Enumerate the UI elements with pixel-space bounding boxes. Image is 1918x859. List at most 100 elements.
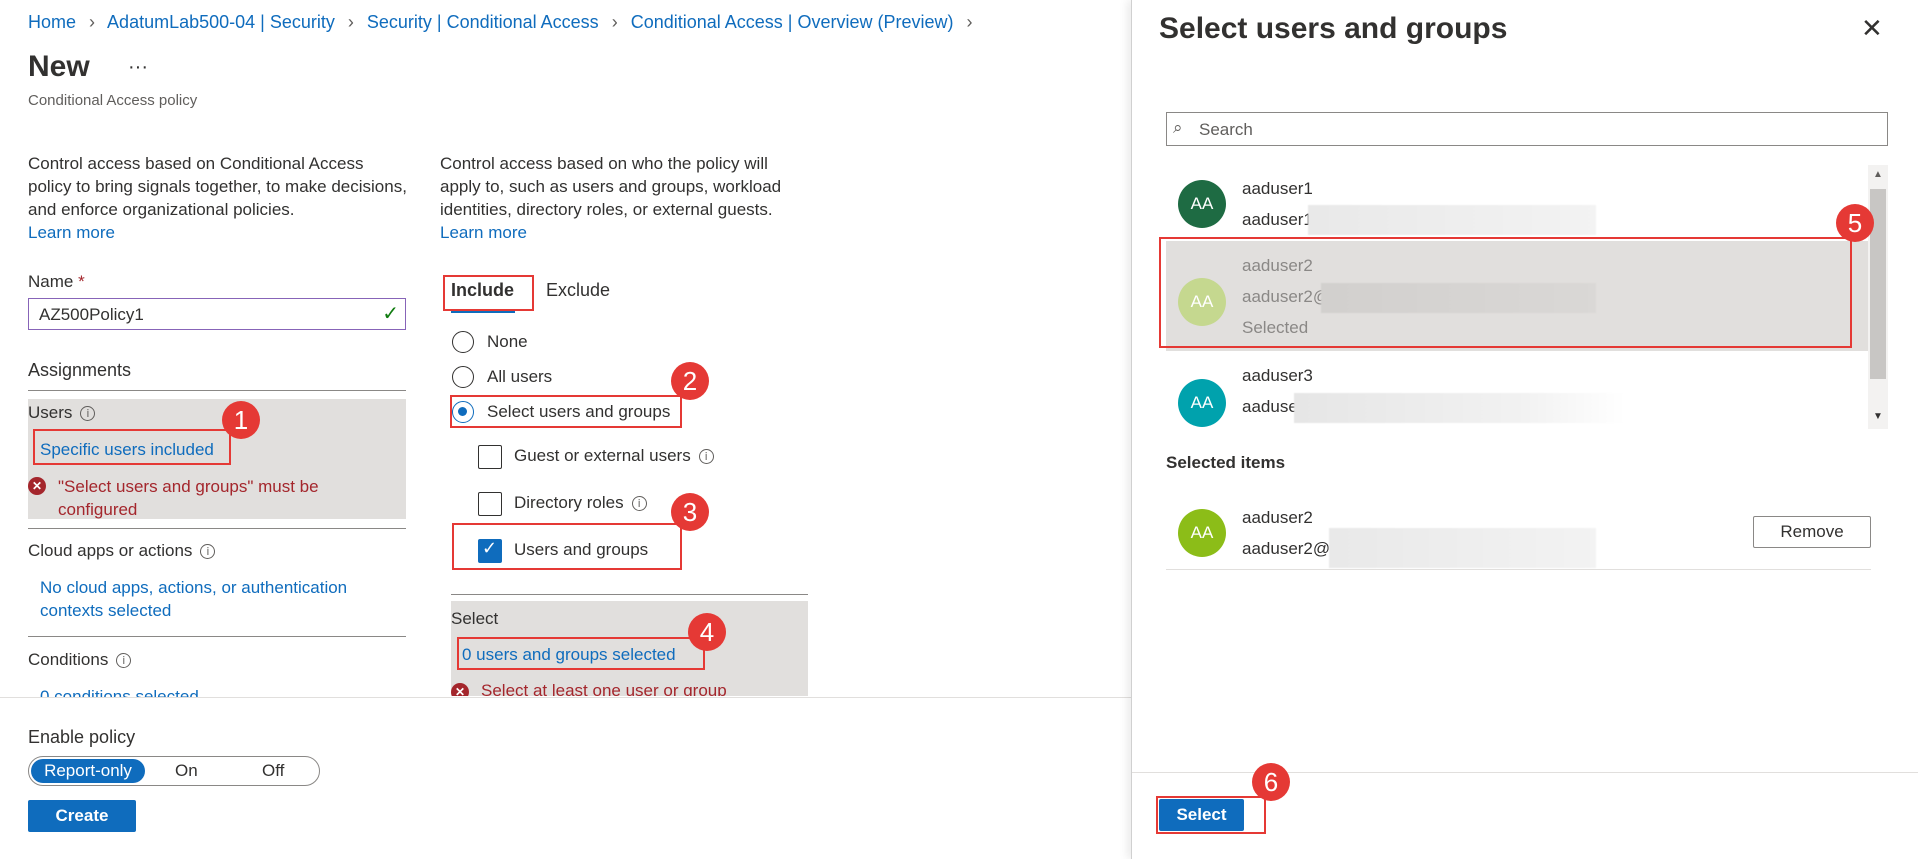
redacted-email-area [1308,205,1596,235]
panel-title: Select users and groups [1159,12,1508,45]
selected-item: AA aaduser2 aaduser2@l Remove [1166,494,1871,570]
info-icon[interactable]: i [80,406,96,421]
checkbox-directory-roles-text: Directory roles [514,493,624,512]
scroll-down-icon[interactable]: ▼ [1873,411,1883,422]
tab-exclude[interactable]: Exclude [546,280,610,301]
radio-none[interactable] [452,331,474,353]
redacted-email-area [1294,393,1624,423]
info-icon[interactable]: i [116,653,132,668]
enable-policy-label: Enable policy [28,727,136,747]
breadcrumb: Home › AdatumLab500-04 | Security › Secu… [28,12,981,33]
panel-footer-divider [1132,772,1918,773]
avatar: AA [1178,509,1226,557]
info-icon[interactable]: i [698,449,714,464]
select-error-text: Select at least one user or group [481,681,727,696]
checkbox-guest-external-text: Guest or external users [514,446,691,465]
callout-badge-5: 5 [1836,204,1874,242]
toggle-on[interactable]: On [175,761,198,781]
selected-user-email: aaduser2@l [1242,539,1334,558]
checkbox-directory-roles-label: Directory roles i [514,493,647,513]
search-input[interactable]: ⌕ Search [1166,112,1888,146]
toggle-report-only[interactable]: Report-only [31,759,145,783]
valid-check-icon: ✓ [382,301,399,325]
users-divider [28,528,406,529]
radio-none-label: None [487,332,528,351]
selected-user-name: aaduser2 [1242,508,1313,527]
radio-all-users[interactable] [452,366,474,388]
page-title: New [28,50,90,83]
callout-badge-3: 3 [671,493,709,531]
page-subtitle: Conditional Access policy [28,92,198,109]
callout-box-include [443,275,534,311]
assignments-heading: Assignments [28,360,132,380]
callout-box-5 [1159,237,1852,348]
info-icon[interactable]: i [200,544,216,559]
avatar: AA [1178,379,1226,427]
close-icon[interactable]: ✕ [1861,14,1883,44]
breadcrumb-separator-icon: › [611,12,618,32]
mid-description: Control access based on who the policy w… [440,152,810,244]
name-label: Name * [28,272,85,292]
callout-box-1 [33,429,231,465]
list-item[interactable]: AA aaduser1 aaduser1 [1166,165,1868,241]
callout-badge-6: 6 [1252,763,1290,801]
select-divider [451,594,808,595]
list-scrollbar[interactable]: ▲ ▼ [1868,165,1888,429]
breadcrumb-home[interactable]: Home [28,12,76,32]
avatar: AA [1178,180,1226,228]
scroll-up-icon[interactable]: ▲ [1873,169,1883,180]
left-description-text: Control access based on Conditional Acce… [28,154,407,219]
list-item[interactable]: AA aaduser3 aaduse [1166,351,1868,429]
callout-box-6 [1156,796,1266,834]
user-email: aaduser1 [1242,210,1313,229]
cloud-apps-label-text: Cloud apps or actions [28,541,193,560]
breadcrumb-separator-icon: › [966,12,973,32]
name-label-text: Name [28,272,74,291]
left-description: Control access based on Conditional Acce… [28,152,408,244]
conditions-label: Conditions i [28,650,132,670]
more-options-button[interactable]: ··· [128,56,148,79]
select-label: Select [451,609,499,628]
mid-description-text: Control access based on who the policy w… [440,154,782,219]
user-email: aaduse [1242,397,1298,416]
toggle-off[interactable]: Off [262,761,284,781]
checkbox-guest-external[interactable] [478,445,502,469]
breadcrumb-ca-overview[interactable]: Conditional Access | Overview (Preview) [631,12,954,32]
cloud-apps-link[interactable]: No cloud apps, actions, or authenticatio… [40,576,390,622]
remove-button[interactable]: Remove [1753,516,1871,548]
redacted-email-area [1329,528,1596,568]
enable-policy-toggle: Report-only On Off [28,756,320,786]
users-error: ✕ "Select users and groups" must be conf… [28,475,378,521]
breadcrumb-separator-icon: › [89,12,96,32]
users-error-text: "Select users and groups" must be config… [58,477,319,519]
callout-badge-2: 2 [671,362,709,400]
callout-box-4 [457,637,705,670]
checkbox-guest-external-label: Guest or external users i [514,446,714,466]
name-field[interactable]: AZ500Policy1 ✓ [28,298,406,330]
user-name: aaduser1 [1242,179,1313,198]
mid-learn-more-link[interactable]: Learn more [440,223,527,242]
search-icon: ⌕ [1173,118,1183,138]
info-icon[interactable]: i [631,496,647,511]
assignments-divider [28,390,406,391]
required-asterisk: * [78,272,85,291]
breadcrumb-tenant-security[interactable]: AdatumLab500-04 | Security [107,12,335,32]
cloud-apps-divider [28,636,406,637]
error-icon: ✕ [451,683,469,696]
callout-badge-1: 1 [222,401,260,439]
select-users-panel: Select users and groups ✕ ⌕ Search AA aa… [1131,0,1918,859]
users-label: Users i [28,403,96,423]
name-field-value: AZ500Policy1 [39,305,144,324]
callout-badge-4: 4 [688,613,726,651]
left-learn-more-link[interactable]: Learn more [28,223,115,242]
checkbox-directory-roles[interactable] [478,492,502,516]
users-label-text: Users [28,403,73,422]
error-icon: ✕ [28,477,46,495]
cloud-apps-label: Cloud apps or actions i [28,541,216,561]
selected-items-heading: Selected items [1166,453,1286,472]
search-placeholder: Search [1199,120,1253,139]
breadcrumb-separator-icon: › [347,12,354,32]
breadcrumb-conditional-access[interactable]: Security | Conditional Access [367,12,599,32]
create-button[interactable]: Create [28,800,136,832]
callout-box-2 [450,395,682,428]
